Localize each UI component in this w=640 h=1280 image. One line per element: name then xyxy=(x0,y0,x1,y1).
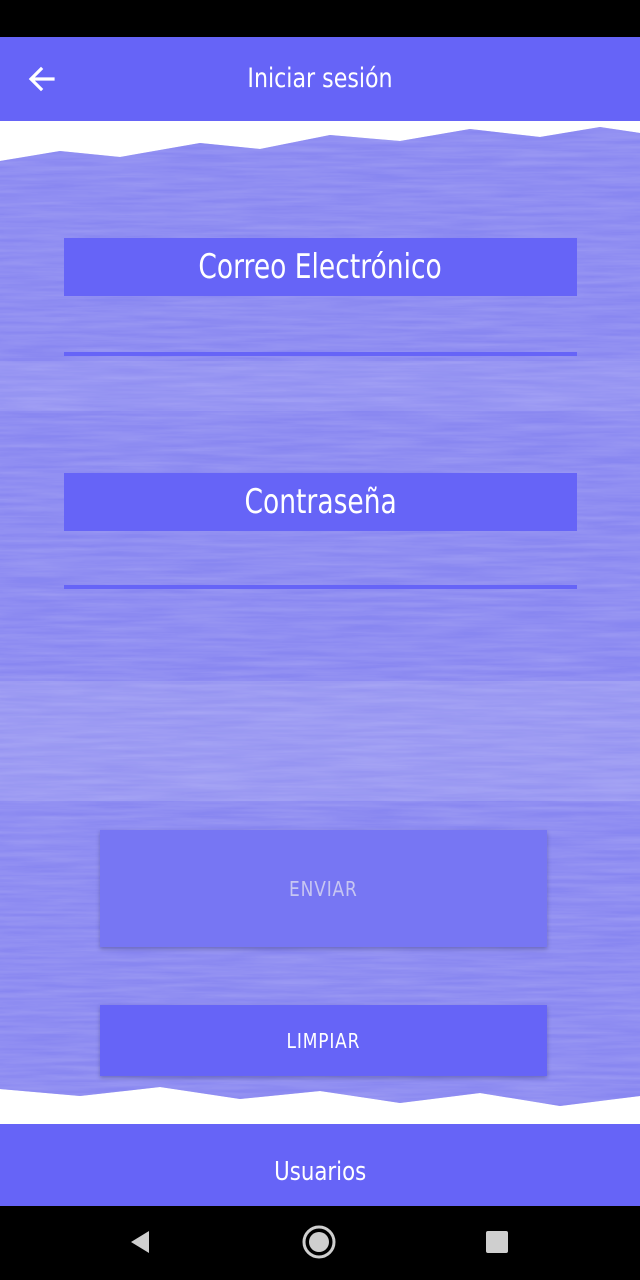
circle-home-icon xyxy=(302,1225,336,1259)
password-label: Contraseña xyxy=(64,473,577,531)
system-home-button[interactable] xyxy=(295,1218,343,1266)
arrow-left-icon xyxy=(28,66,55,92)
users-button[interactable]: Usuarios xyxy=(0,1124,640,1206)
login-form-area: Correo Electrónico Contraseña ENVIAR LIM… xyxy=(0,121,640,1124)
system-navigation-bar xyxy=(0,1206,640,1280)
email-field[interactable] xyxy=(64,312,577,356)
system-back-button[interactable] xyxy=(116,1218,164,1266)
triangle-back-icon xyxy=(131,1231,149,1253)
password-field[interactable] xyxy=(64,545,577,589)
status-bar xyxy=(0,0,640,37)
phone-screen: Iniciar sesión Correo Electrónico Contra… xyxy=(0,0,640,1280)
system-recents-button[interactable] xyxy=(473,1218,521,1266)
submit-button[interactable]: ENVIAR xyxy=(100,830,547,947)
page-title: Iniciar sesión xyxy=(247,63,393,94)
square-recents-icon xyxy=(486,1231,508,1253)
app-bar: Iniciar sesión xyxy=(0,37,640,121)
clear-button[interactable]: LIMPIAR xyxy=(100,1005,547,1076)
email-label: Correo Electrónico xyxy=(64,238,577,296)
back-button[interactable] xyxy=(20,59,64,99)
